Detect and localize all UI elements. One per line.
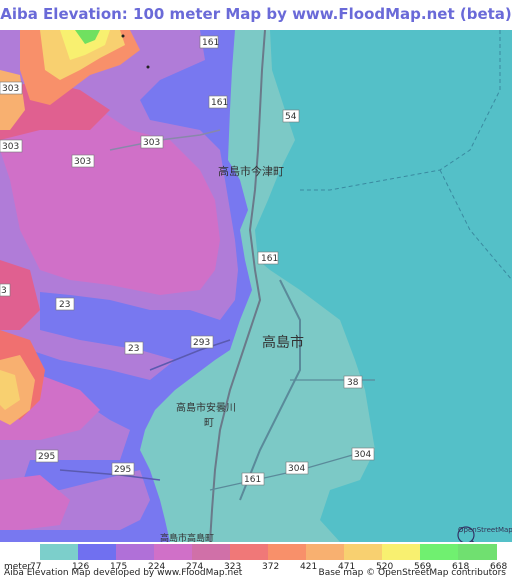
road-shield-161-south: 161 — [257, 251, 279, 265]
road-shield-303-b: 303 — [0, 139, 23, 153]
road-shield-23-a: 23 — [55, 297, 75, 311]
svg-text:161: 161 — [244, 475, 261, 485]
svg-text:304: 304 — [288, 464, 305, 474]
place-adogawa-2: 町 — [204, 418, 214, 429]
road-shield-23-b: 23 — [124, 341, 144, 355]
elevation-map[interactable]: 161 161 54 303 303 303 303 161 3 23 23 2… — [0, 30, 512, 542]
road-shield-304-b: 304 — [351, 447, 375, 461]
osm-logo-text: OpenStreetMap — [458, 526, 512, 534]
svg-text:161: 161 — [211, 98, 228, 108]
page-title: Aiba Elevation: 100 meter Map by www.Flo… — [0, 5, 512, 23]
svg-text:54: 54 — [285, 112, 297, 122]
summit-marker-2 — [121, 34, 125, 38]
road-shield-303-a: 303 — [0, 81, 23, 95]
place-takashima: 高島市 — [262, 334, 304, 351]
legend-swatch — [306, 544, 345, 560]
svg-text:304: 304 — [354, 450, 371, 460]
road-shield-304-a: 304 — [285, 461, 309, 475]
svg-text:161: 161 — [261, 254, 278, 264]
road-shield-295-a: 295 — [35, 449, 59, 463]
legend-swatch — [230, 544, 269, 560]
road-shield-3: 3 — [0, 283, 11, 297]
svg-text:38: 38 — [347, 378, 359, 388]
legend-swatch — [344, 544, 383, 560]
map-canvas: 161 161 54 303 303 303 303 161 3 23 23 2… — [0, 30, 512, 542]
svg-text:303: 303 — [74, 157, 91, 167]
footer-credit[interactable]: Aiba Elevation Map developed by www.Floo… — [4, 568, 242, 578]
legend-swatch — [420, 544, 459, 560]
legend-swatch — [458, 544, 497, 560]
svg-text:161: 161 — [202, 38, 219, 48]
road-shield-295-b: 295 — [111, 462, 135, 476]
footer-basemap-credit[interactable]: Base map © OpenStreetMap contributors — [319, 568, 506, 578]
footer: Aiba Elevation Map developed by www.Floo… — [0, 566, 512, 582]
svg-text:295: 295 — [114, 465, 131, 475]
legend-swatch — [382, 544, 421, 560]
svg-text:295: 295 — [38, 452, 55, 462]
place-takashima-cho: 高島市高島町 — [160, 532, 214, 542]
road-shield-161-mid: 161 — [208, 95, 228, 109]
place-adogawa-1: 高島市安曇川 — [176, 401, 236, 414]
legend-swatch — [40, 544, 79, 560]
road-shield-54: 54 — [282, 109, 300, 123]
road-shield-38: 38 — [343, 375, 363, 389]
summit-marker — [146, 65, 150, 69]
legend-swatch — [78, 544, 117, 560]
legend-swatch — [116, 544, 155, 560]
svg-text:303: 303 — [143, 138, 160, 148]
svg-text:23: 23 — [128, 344, 139, 354]
svg-text:3: 3 — [1, 286, 7, 296]
legend-swatch — [192, 544, 231, 560]
svg-text:293: 293 — [193, 338, 210, 348]
svg-text:303: 303 — [2, 84, 19, 94]
place-imazu: 高島市今津町 — [218, 164, 284, 178]
road-shield-303-c: 303 — [140, 135, 164, 149]
road-shield-293: 293 — [190, 335, 214, 349]
svg-text:303: 303 — [2, 142, 19, 152]
road-shield-303-d: 303 — [71, 154, 95, 168]
legend-swatch — [154, 544, 193, 560]
road-shield-161-bottom: 161 — [241, 472, 265, 486]
svg-text:23: 23 — [59, 300, 70, 310]
road-shield-161-top: 161 — [199, 35, 219, 49]
elevation-legend: meter 77 126 175 224 274 323 372 421 471 520 569 618… — [0, 542, 512, 572]
legend-swatch — [268, 544, 307, 560]
